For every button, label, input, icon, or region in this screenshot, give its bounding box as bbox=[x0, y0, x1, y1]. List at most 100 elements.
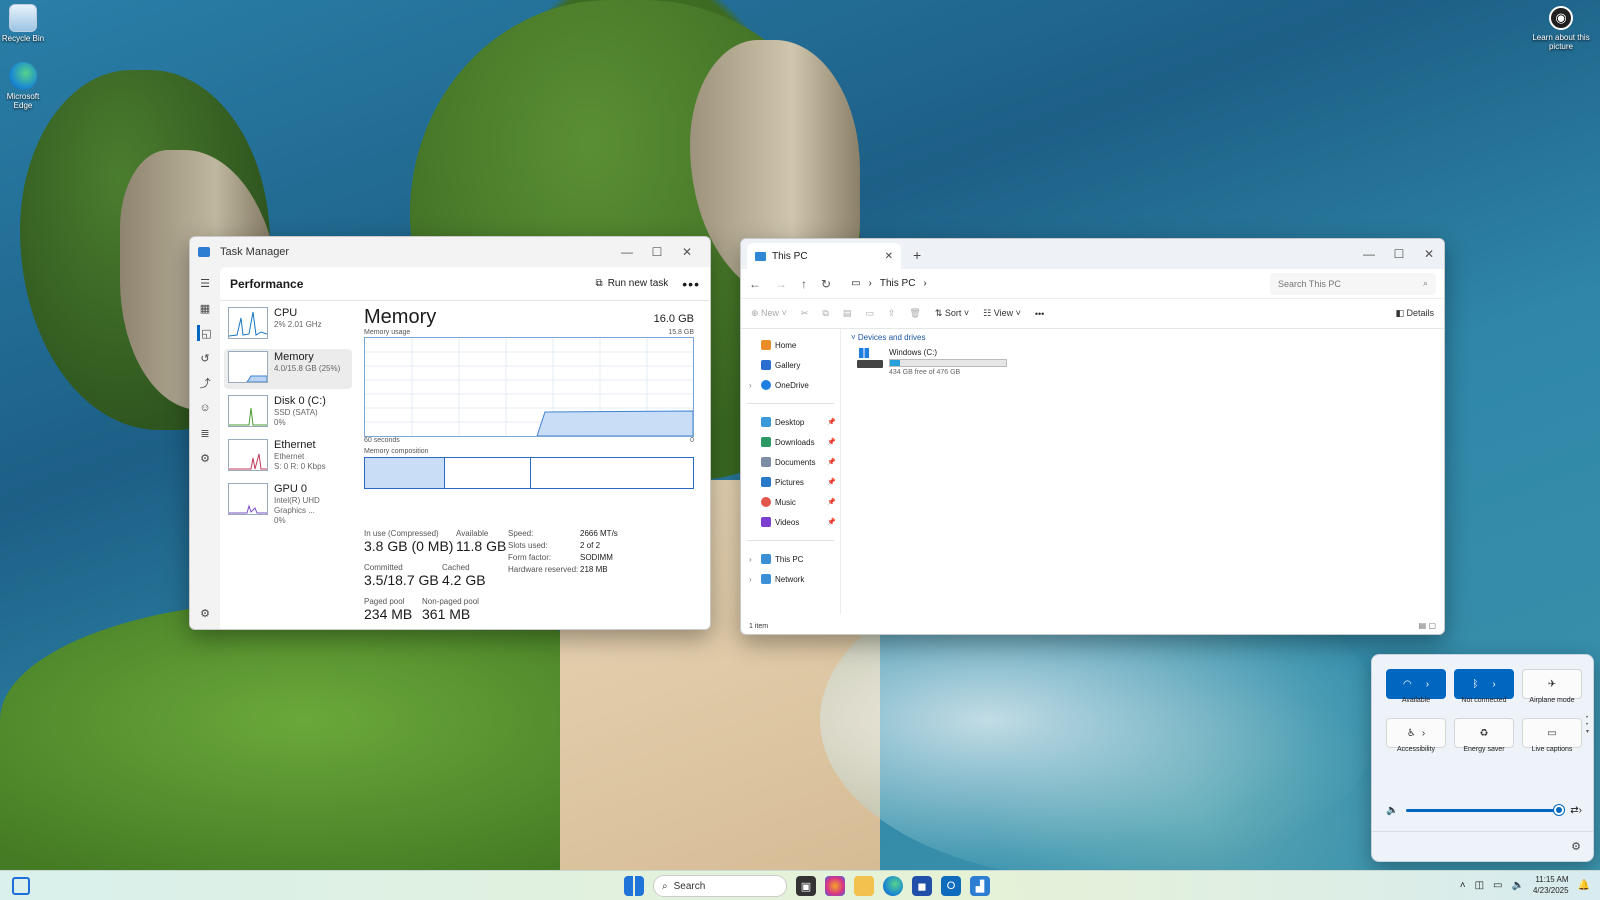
outlook-icon[interactable]: O bbox=[941, 876, 961, 896]
notifications-icon[interactable]: 🔔 bbox=[1578, 880, 1590, 891]
copy-icon[interactable]: ⧉ bbox=[822, 308, 828, 319]
bluetooth-tile[interactable]: ᛒ › bbox=[1454, 669, 1514, 699]
nav-item-pictures[interactable]: Pictures 📌 bbox=[741, 472, 840, 492]
clock[interactable]: 11:15 AM 4/23/2025 bbox=[1533, 874, 1569, 896]
store-icon[interactable]: ◼ bbox=[912, 876, 932, 896]
nav-item-network[interactable]: › Network bbox=[741, 569, 840, 589]
volume-slider[interactable] bbox=[1406, 805, 1565, 815]
perf-item-cpu[interactable]: CPU 2% 2.01 GHz bbox=[224, 305, 352, 345]
maximize-button[interactable]: ☐ bbox=[1384, 247, 1414, 261]
up-arrow-icon[interactable]: ↑ bbox=[801, 277, 807, 291]
startup-apps-icon[interactable]: ⤴ bbox=[197, 375, 213, 391]
learn-about-picture[interactable]: ◉ Learn about this picture bbox=[1532, 6, 1590, 51]
tiles-page-indicator[interactable]: • • ▾ bbox=[1586, 715, 1589, 736]
chevron-right-icon[interactable]: › bbox=[1492, 679, 1495, 690]
accessibility-tile[interactable]: ♿ › bbox=[1386, 718, 1446, 748]
new-tab-button[interactable]: + bbox=[901, 247, 933, 269]
edge-icon[interactable] bbox=[883, 876, 903, 896]
desktop-icon-recycle-bin[interactable]: Recycle Bin bbox=[0, 4, 46, 43]
group-header-devices[interactable]: ˅ Devices and drives bbox=[851, 333, 1438, 342]
start-button[interactable] bbox=[624, 876, 644, 896]
chevron-right-icon[interactable]: › bbox=[749, 575, 757, 584]
settings-icon[interactable]: ⚙ bbox=[197, 605, 213, 621]
details-button[interactable]: ◧ Details bbox=[1395, 308, 1434, 319]
minimize-button[interactable]: — bbox=[1354, 247, 1384, 261]
pin-icon[interactable]: 📌 bbox=[827, 518, 836, 526]
task-view-icon[interactable]: ▣ bbox=[796, 876, 816, 896]
breadcrumb[interactable]: ▭ › This PC › bbox=[851, 278, 927, 289]
hamburger-menu-icon[interactable]: ☰ bbox=[197, 275, 213, 291]
file-explorer-window[interactable]: This PC ✕ + — ☐ ✕ ← → ↑ ↻ ▭ › This PC › … bbox=[740, 238, 1445, 635]
perf-item-disk[interactable]: Disk 0 (C:) SSD (SATA) 0% bbox=[224, 393, 352, 433]
app-history-icon[interactable]: ↺ bbox=[197, 350, 213, 366]
processes-icon[interactable]: ▦ bbox=[197, 300, 213, 316]
pin-icon[interactable]: 📌 bbox=[827, 418, 836, 426]
paste-icon[interactable]: ▤ bbox=[843, 308, 852, 319]
task-manager-titlebar[interactable]: Task Manager — ☐ ✕ bbox=[190, 237, 710, 267]
chevron-right-icon[interactable]: › bbox=[1426, 679, 1429, 690]
delete-icon[interactable]: 🗑 bbox=[909, 308, 920, 319]
live-captions-tile[interactable]: ▭ bbox=[1522, 718, 1582, 748]
share-icon[interactable]: ⇪ bbox=[888, 308, 896, 319]
rename-icon[interactable]: ▭ bbox=[865, 308, 874, 319]
task-manager-window[interactable]: Task Manager — ☐ ✕ ☰ ▦ ◱ ↺ ⤴ ☺ ≣ ⚙ ⚙ Per… bbox=[189, 236, 711, 630]
volume-slider-thumb[interactable] bbox=[1554, 805, 1565, 815]
run-new-task-button[interactable]: ⧉ Run new task bbox=[596, 278, 669, 289]
search-input[interactable]: Search This PC ⌕ bbox=[1270, 272, 1436, 295]
sort-button[interactable]: ⇅ Sort ˅ bbox=[935, 308, 969, 319]
network-tray-icon[interactable]: ◫ bbox=[1475, 880, 1484, 891]
perf-item-memory[interactable]: Memory 4.0/15.8 GB (25%) bbox=[224, 349, 352, 389]
audio-output-icon[interactable]: ⇄› bbox=[1570, 805, 1582, 816]
settings-gear-icon[interactable]: ⚙ bbox=[1571, 840, 1581, 853]
chevron-up-icon[interactable]: ˄ bbox=[1460, 880, 1466, 891]
tab-this-pc[interactable]: This PC ✕ bbox=[747, 243, 901, 269]
performance-icon[interactable]: ◱ bbox=[197, 325, 213, 341]
display-tray-icon[interactable]: ▭ bbox=[1493, 880, 1502, 891]
back-arrow-icon[interactable]: ← bbox=[749, 277, 761, 291]
widgets-icon[interactable] bbox=[12, 877, 30, 895]
chevron-right-icon[interactable]: › bbox=[1422, 728, 1425, 739]
wifi-tile[interactable]: ◠ › bbox=[1386, 669, 1446, 699]
cut-icon[interactable]: ✂ bbox=[801, 308, 809, 319]
airplane-mode-tile[interactable]: ✈ bbox=[1522, 669, 1582, 699]
nav-item-downloads[interactable]: Downloads 📌 bbox=[741, 432, 840, 452]
file-explorer-icon[interactable] bbox=[854, 876, 874, 896]
nav-item-videos[interactable]: Videos 📌 bbox=[741, 512, 840, 532]
minimize-button[interactable]: — bbox=[612, 245, 642, 259]
desktop-icon-edge[interactable]: Microsoft Edge bbox=[0, 62, 46, 110]
close-tab-icon[interactable]: ✕ bbox=[885, 251, 893, 262]
nav-item-documents[interactable]: Documents 📌 bbox=[741, 452, 840, 472]
forward-arrow-icon[interactable]: → bbox=[775, 277, 787, 291]
pin-icon[interactable]: 📌 bbox=[827, 498, 836, 506]
pin-icon[interactable]: 📌 bbox=[827, 478, 836, 486]
view-button[interactable]: ☷ View ˅ bbox=[983, 308, 1021, 319]
task-manager-taskbar-icon[interactable]: ▟ bbox=[970, 876, 990, 896]
perf-item-ethernet[interactable]: Ethernet Ethernet S: 0 R: 0 Kbps bbox=[224, 437, 352, 477]
more-options-button[interactable]: ••• bbox=[682, 276, 700, 292]
nav-item-home[interactable]: Home bbox=[741, 335, 840, 355]
pin-icon[interactable]: 📌 bbox=[827, 438, 836, 446]
details-icon[interactable]: ≣ bbox=[197, 425, 213, 441]
nav-item-music[interactable]: Music 📌 bbox=[741, 492, 840, 512]
nav-item-gallery[interactable]: Gallery bbox=[741, 355, 840, 375]
breadcrumb-this-pc[interactable]: This PC bbox=[880, 278, 916, 289]
perf-item-gpu[interactable]: GPU 0 Intel(R) UHD Graphics ... 0% bbox=[224, 481, 352, 525]
nav-item-onedrive[interactable]: › OneDrive bbox=[741, 375, 840, 395]
volume-tray-icon[interactable]: 🔈 bbox=[1512, 880, 1524, 891]
taskbar-search[interactable]: ⌕ Search bbox=[653, 875, 787, 897]
more-options-button[interactable]: ••• bbox=[1035, 309, 1044, 319]
energy-saver-tile[interactable]: ♻ bbox=[1454, 718, 1514, 748]
refresh-icon[interactable]: ↻ bbox=[821, 277, 831, 291]
chevron-right-icon[interactable]: › bbox=[749, 381, 757, 390]
nav-item-desktop[interactable]: Desktop 📌 bbox=[741, 412, 840, 432]
services-icon[interactable]: ⚙ bbox=[197, 450, 213, 466]
maximize-button[interactable]: ☐ bbox=[642, 245, 672, 259]
close-button[interactable]: ✕ bbox=[672, 245, 702, 259]
new-button[interactable]: ⊕ New ˅ bbox=[751, 308, 787, 319]
close-button[interactable]: ✕ bbox=[1414, 247, 1444, 261]
copilot-icon[interactable] bbox=[825, 876, 845, 896]
speaker-icon[interactable]: 🔈 bbox=[1386, 805, 1398, 816]
users-icon[interactable]: ☺ bbox=[197, 400, 213, 416]
view-toggle[interactable]: ▤ ▢ bbox=[1419, 621, 1436, 630]
nav-item-this-pc[interactable]: › This PC bbox=[741, 549, 840, 569]
